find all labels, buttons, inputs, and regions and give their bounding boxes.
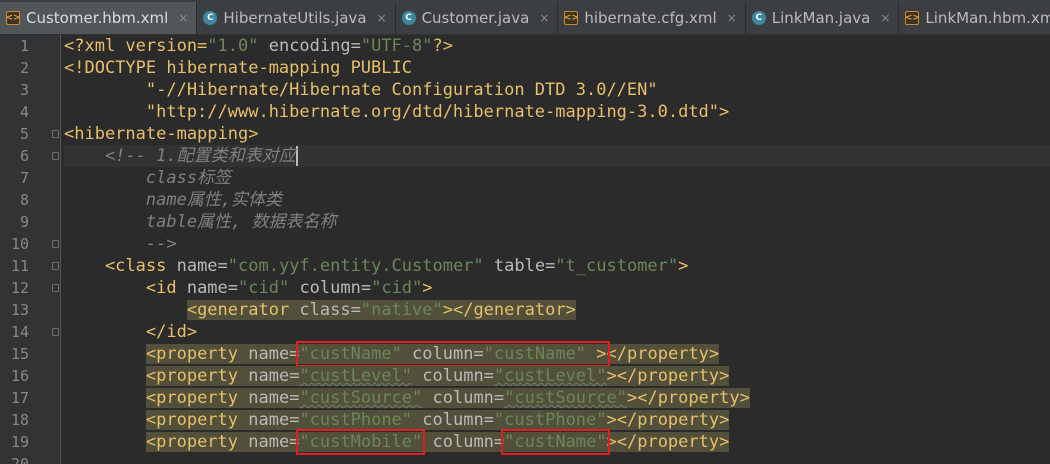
code-line: "http://www.hibernate.org/dtd/hibernate-… <box>64 102 730 122</box>
code-line: <property name="custLevel" column="custL… <box>64 365 730 387</box>
tab-label: LinkMan.java <box>771 9 871 27</box>
tab-hibernate-cfg-xml[interactable]: <> hibernate.cfg.xml × <box>558 2 746 34</box>
code-line: <class name="com.yyf.entity.Customer" ta… <box>64 256 689 276</box>
code-line: <!DOCTYPE hibernate-mapping PUBLIC <box>64 58 412 78</box>
highlighted-code: <property name="custSource" column="cust… <box>145 388 750 408</box>
code-line: <?xml version="1.0" encoding="UTF-8"?> <box>64 36 453 56</box>
line-number: 20 <box>10 455 29 464</box>
tab-label: Customer.java <box>421 9 530 27</box>
line-number: 9 <box>19 213 29 231</box>
line-number: 6 <box>19 147 29 165</box>
line-number: 1 <box>19 37 29 55</box>
fold-icon[interactable] <box>52 152 59 160</box>
annotation-box: "custName" <box>501 429 610 455</box>
code-line: name属性,实体类 <box>64 190 283 210</box>
line-number: 11 <box>10 257 29 275</box>
code-line: <hibernate-mapping> <box>64 124 259 144</box>
highlighted-code: <property name="custName" column="custNa… <box>145 341 720 367</box>
line-number: 18 <box>10 411 29 429</box>
tab-label: Customer.hbm.xml <box>26 9 169 27</box>
line-number: 15 <box>10 345 29 363</box>
editor-tab-bar: <> Customer.hbm.xml × C HibernateUtils.j… <box>0 0 1050 35</box>
close-icon[interactable]: × <box>539 11 549 25</box>
code-line: <property name="custMobile" column="cust… <box>64 429 730 455</box>
tab-label: hibernate.cfg.xml <box>584 9 717 27</box>
xml-file-icon: <> <box>564 11 579 25</box>
xml-file-icon: <> <box>905 11 920 25</box>
line-number: 2 <box>19 59 29 77</box>
line-number: 19 <box>10 433 29 451</box>
line-number: 12 <box>10 279 29 297</box>
code-line: --> <box>64 234 177 254</box>
code-line: <id name="cid" column="cid"> <box>64 278 433 298</box>
highlighted-code: <property name="custMobile" column="cust… <box>145 429 730 455</box>
code-line: table属性, 数据表名称 <box>64 212 337 232</box>
fold-icon[interactable] <box>52 130 59 138</box>
line-number: 5 <box>19 125 29 143</box>
highlighted-code: <property name="custLevel" column="custL… <box>145 366 730 386</box>
fold-icon[interactable] <box>52 284 59 292</box>
line-number: 16 <box>10 367 29 385</box>
line-number: 4 <box>19 103 29 121</box>
xml-file-icon: <> <box>5 11 21 25</box>
line-number: 17 <box>10 389 29 407</box>
highlighted-code: <generator class="native"></generator> <box>186 300 576 320</box>
fold-icon[interactable] <box>52 262 59 270</box>
line-number: 13 <box>10 301 29 319</box>
line-number: 8 <box>19 191 29 209</box>
fold-icon[interactable] <box>52 240 59 248</box>
java-class-icon: C <box>401 11 416 25</box>
code-line-current: <!-- 1.配置类和表对应 <box>64 145 1050 167</box>
close-icon[interactable]: × <box>377 11 387 25</box>
java-class-icon: C <box>203 11 218 25</box>
code-editor[interactable]: 1 2 3 4 5 6 7 8 9 10 11 12 13 14 15 16 1… <box>0 35 1050 464</box>
annotation-box: "custName" column="custName" > <box>296 341 610 367</box>
line-number: 10 <box>10 235 29 253</box>
code-line: "-//Hibernate/Hibernate Configuration DT… <box>64 80 658 100</box>
tab-linkman-java[interactable]: C LinkMan.java × <box>746 2 900 34</box>
tab-label: LinkMan.hbm.xml <box>925 9 1050 27</box>
code-line: <property name="custName" column="custNa… <box>64 341 720 367</box>
java-class-icon: C <box>751 11 766 25</box>
tab-label: HibernateUtils.java <box>223 9 367 27</box>
close-icon[interactable]: × <box>178 11 188 25</box>
tab-customer-java[interactable]: C Customer.java × <box>396 2 559 34</box>
code-line: <property name="custPhone" column="custP… <box>64 409 730 431</box>
close-icon[interactable]: × <box>880 11 890 25</box>
highlighted-code: <property name="custPhone" column="custP… <box>145 410 730 430</box>
tab-linkman-hbm-xml[interactable]: <> LinkMan.hbm.xml × <box>899 2 1050 34</box>
close-icon[interactable]: × <box>727 11 737 25</box>
tab-customer-hbm-xml[interactable]: <> Customer.hbm.xml × <box>0 2 198 34</box>
annotation-box: "custMobile" <box>296 429 426 455</box>
fold-icon[interactable] <box>52 328 59 336</box>
code-line: <generator class="native"></generator> <box>64 299 576 321</box>
code-line: class标签 <box>64 168 232 188</box>
line-number: 3 <box>19 81 29 99</box>
line-number-gutter: 1 2 3 4 5 6 7 8 9 10 11 12 13 14 15 16 1… <box>0 35 61 464</box>
code-line: </id> <box>145 322 198 342</box>
code-line: <property name="custSource" column="cust… <box>64 387 750 409</box>
line-number: 14 <box>10 323 29 341</box>
line-number: 7 <box>19 169 29 187</box>
tab-hibernateutils-java[interactable]: C HibernateUtils.java × <box>197 2 396 34</box>
